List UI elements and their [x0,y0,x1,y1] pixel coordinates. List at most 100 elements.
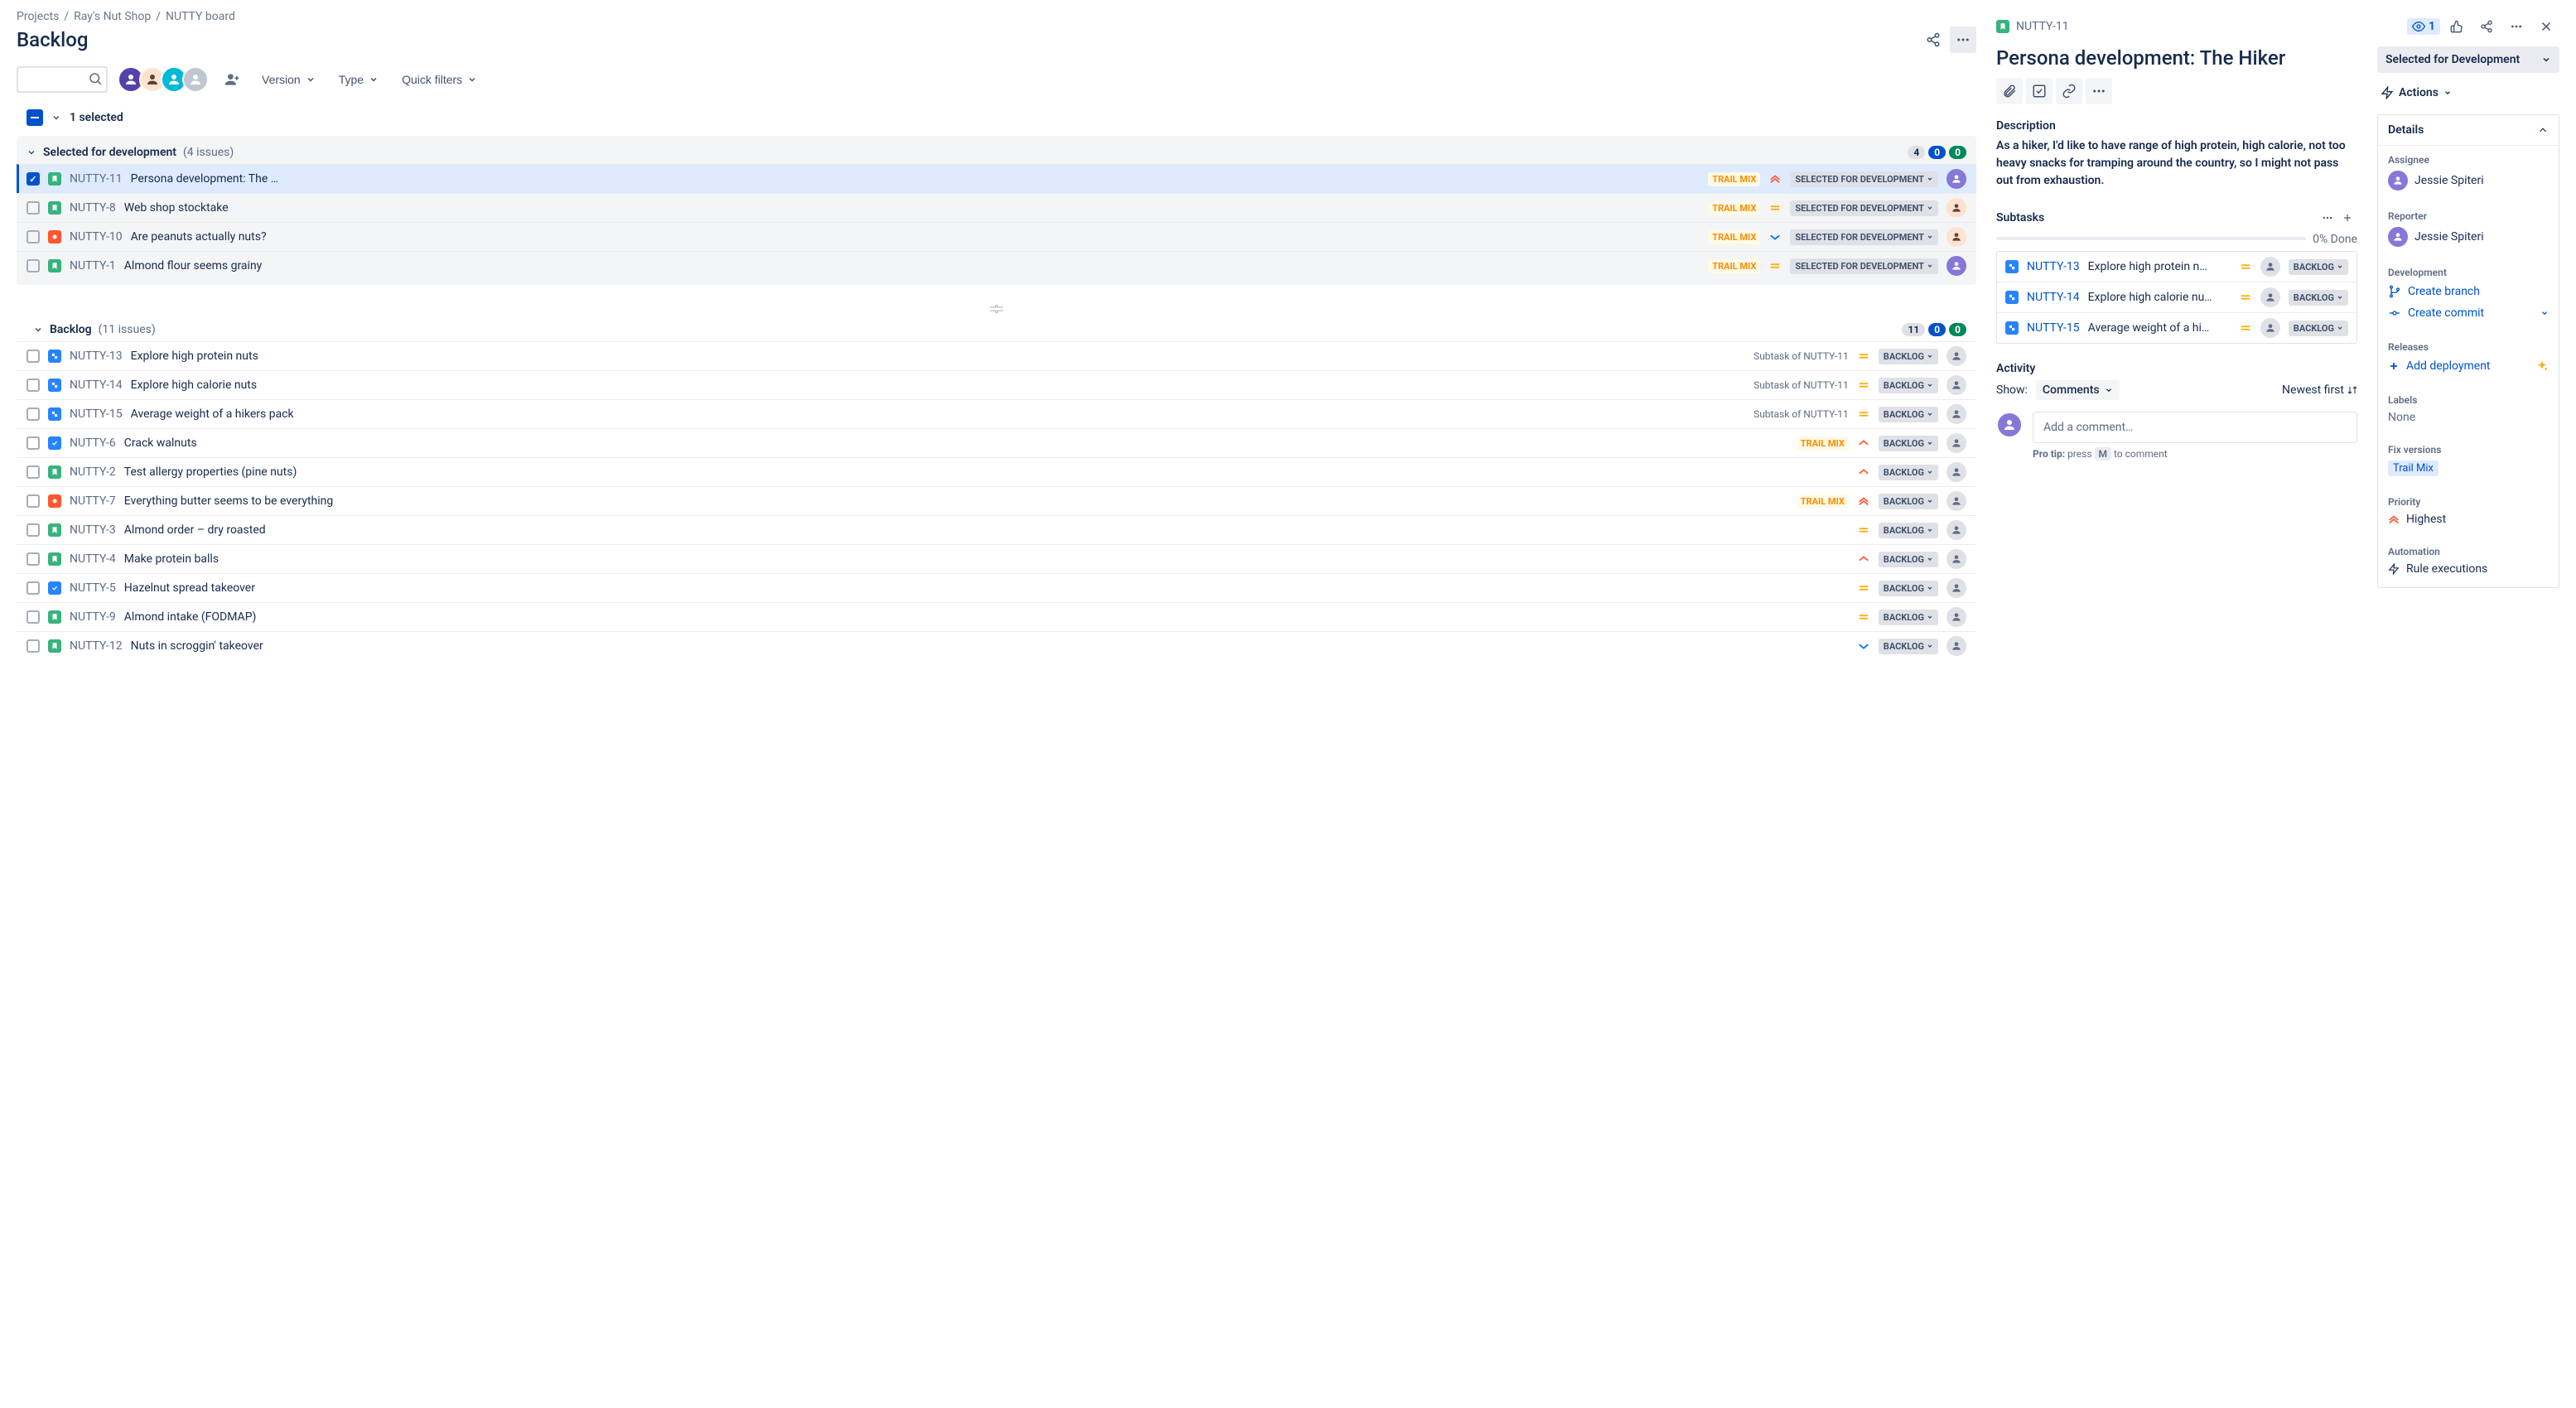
automation-field[interactable]: Rule executions [2388,562,2549,576]
issue-checkbox[interactable] [27,494,40,508]
status-dropdown[interactable]: BACKLOG [1879,610,1938,625]
assignee-avatar[interactable] [2260,318,2280,338]
assignee-field[interactable]: Jessie Spiteri [2388,171,2549,190]
assignee-avatar[interactable] [1946,375,1966,395]
issue-checkbox[interactable] [27,172,40,186]
add-deployment-link[interactable]: Add deployment [2388,358,2549,374]
close-button[interactable] [2533,13,2559,40]
like-button[interactable] [2443,13,2470,40]
assignee-avatar[interactable] [1946,578,1966,598]
status-dropdown[interactable]: BACKLOG [1879,407,1938,422]
status-dropdown[interactable]: BACKLOG [1879,523,1938,538]
issue-checkbox[interactable] [27,639,40,653]
status-dropdown[interactable]: BACKLOG [1879,436,1938,451]
avatar-stack[interactable] [118,66,209,93]
create-branch-link[interactable]: Create branch [2388,283,2549,300]
select-all-checkbox[interactable] [27,109,43,126]
fix-versions-field[interactable]: Trail Mix [2388,460,2549,476]
more-button[interactable] [1950,27,1976,53]
attach-button[interactable] [1996,78,2023,104]
status-dropdown[interactable]: BACKLOG [1879,639,1938,654]
quick-filters-dropdown[interactable]: Quick filters [395,66,484,93]
assignee-avatar[interactable] [1946,346,1966,366]
status-dropdown[interactable]: BACKLOG [1879,552,1938,567]
status-dropdown[interactable]: BACKLOG [1879,581,1938,596]
epic-lozenge[interactable]: TRAIL MIX [1708,259,1760,273]
status-dropdown[interactable]: SELECTED FOR DEVELOPMENT [1790,258,1938,274]
issue-checkbox[interactable] [27,552,40,566]
status-dropdown[interactable]: BACKLOG [1879,465,1938,480]
issue-row[interactable]: NUTTY-6Crack walnutsTRAIL MIXBACKLOG [17,428,1976,457]
watch-button[interactable]: 1 [2407,18,2440,35]
subtask-more-button[interactable] [2318,208,2337,228]
status-dropdown[interactable]: SELECTED FOR DEVELOPMENT [1790,171,1938,187]
status-dropdown[interactable]: BACKLOG [1879,378,1938,393]
subtask-item[interactable]: NUTTY-14Explore high calorie nu…BACKLOG [1997,282,2357,313]
section-toggle[interactable] [27,147,36,157]
add-people-button[interactable] [219,66,245,93]
assignee-avatar[interactable] [1946,404,1966,424]
activity-filter-dropdown[interactable]: Comments [2036,380,2120,400]
status-dropdown[interactable]: SELECTED FOR DEVELOPMENT [1790,200,1938,216]
breadcrumb-board[interactable]: NUTTY board [166,10,235,23]
epic-lozenge[interactable]: TRAIL MIX [1797,494,1849,509]
issue-checkbox[interactable] [27,523,40,537]
share-button[interactable] [2473,13,2500,40]
status-dropdown[interactable]: BACKLOG [2289,259,2348,275]
version-dropdown[interactable]: Version [255,66,322,93]
breadcrumb-project[interactable]: Ray's Nut Shop [74,10,151,23]
issue-row[interactable]: NUTTY-10 Are peanuts actually nuts? TRAI… [17,222,1976,251]
assignee-avatar[interactable] [1946,607,1966,627]
assignee-avatar[interactable] [1946,433,1966,453]
issue-checkbox[interactable] [27,465,40,479]
create-commit-link[interactable]: Create commit [2388,305,2549,321]
issue-row[interactable]: NUTTY-8 Web shop stocktake TRAIL MIX SEL… [17,193,1976,222]
assignee-avatar[interactable] [1946,462,1966,482]
issue-row[interactable]: NUTTY-13Explore high protein nutsSubtask… [17,341,1976,370]
issue-row[interactable]: NUTTY-5Hazelnut spread takeoverBACKLOG [17,573,1976,602]
reporter-field[interactable]: Jessie Spiteri [2388,227,2549,247]
assignee-avatar[interactable] [1946,256,1966,276]
status-dropdown[interactable]: BACKLOG [1879,494,1938,509]
issue-row[interactable]: NUTTY-14Explore high calorie nutsSubtask… [17,370,1976,399]
issue-row[interactable]: NUTTY-3Almond order – dry roastedBACKLOG [17,515,1976,544]
section-toggle[interactable] [33,325,43,335]
priority-field[interactable]: Highest [2388,513,2549,526]
status-dropdown[interactable]: BACKLOG [1879,349,1938,364]
assignee-avatar[interactable] [1946,198,1966,218]
status-dropdown[interactable]: SELECTED FOR DEVELOPMENT [1790,229,1938,245]
assignee-avatar[interactable] [1946,549,1966,569]
issue-row[interactable]: NUTTY-4Make protein ballsBACKLOG [17,544,1976,573]
drag-divider[interactable] [17,300,1976,318]
assignee-avatar[interactable] [1946,169,1966,189]
sort-button[interactable]: Newest first [2282,383,2357,397]
assignee-avatar[interactable] [1946,636,1966,656]
description-text[interactable]: As a hiker, I'd like to have range of hi… [1996,137,2357,190]
assignee-avatar[interactable] [2260,257,2280,277]
epic-lozenge[interactable]: TRAIL MIX [1708,230,1760,244]
comment-input[interactable]: Add a comment… [2033,412,2357,443]
status-select[interactable]: Selected for Development [2377,46,2559,73]
issue-row[interactable]: NUTTY-1 Almond flour seems grainy TRAIL … [17,251,1976,280]
selection-dropdown[interactable] [51,113,61,123]
status-dropdown[interactable]: BACKLOG [2289,290,2348,306]
issue-row[interactable]: NUTTY-7Everything butter seems to be eve… [17,486,1976,515]
issue-row[interactable]: NUTTY-12Nuts in scroggin' takeoverBACKLO… [17,631,1976,660]
issue-checkbox[interactable] [27,201,40,215]
subtask-key[interactable]: NUTTY-14 [2027,291,2080,304]
issue-checkbox[interactable] [27,407,40,421]
add-subtask-button[interactable] [2337,208,2357,228]
breadcrumb-projects[interactable]: Projects [17,10,59,23]
detail-issue-key[interactable]: NUTTY-11 [2016,20,2069,33]
issue-row[interactable]: NUTTY-9Almond intake (FODMAP)BACKLOG [17,602,1976,631]
issue-checkbox[interactable] [27,610,40,624]
issue-checkbox[interactable] [27,581,40,595]
more-button[interactable] [2503,13,2530,40]
subtask-item[interactable]: NUTTY-15Average weight of a hi…BACKLOG [1997,313,2357,343]
subtask-key[interactable]: NUTTY-15 [2027,321,2080,335]
issue-row[interactable]: NUTTY-2Test allergy properties (pine nut… [17,457,1976,486]
assignee-avatar[interactable] [1946,491,1966,511]
issue-checkbox[interactable] [27,350,40,363]
type-dropdown[interactable]: Type [332,66,385,93]
details-panel-toggle[interactable]: Details [2378,115,2559,146]
